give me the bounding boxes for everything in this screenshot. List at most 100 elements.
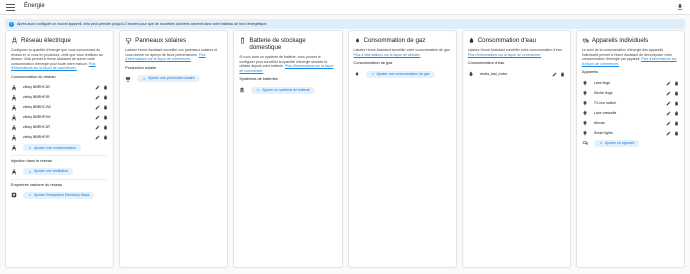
add-solar-label: Ajouter une production solaire [148,76,195,81]
water-desc-text: Laissez Home Assistant surveiller votre … [467,48,563,53]
pencil-icon[interactable] [95,85,100,90]
transmission-tower-icon [11,95,17,101]
gas-add-row: Ajouter une consommation de gaz [354,69,451,79]
page-title: Énergie [24,3,45,10]
devices-card-title: Appareils individuels [582,37,679,44]
pencil-icon[interactable] [95,115,100,120]
pencil-icon[interactable] [95,125,100,130]
pencil-icon[interactable] [666,131,671,136]
delete-icon[interactable] [103,95,108,100]
delete-icon[interactable] [103,105,108,110]
grid-card: Réseau électrique Configurez la quantité… [5,30,115,268]
add-battery-label: Ajouter un système de batterie [262,88,310,93]
list-item-label: zlinky BBRHCJB [23,85,50,90]
water-learn-more-link[interactable]: Plus d'informations sur la façon de comm… [468,53,541,57]
devices-list: Lave linge Sèche linge TV-box switch Lave v… [582,78,679,138]
water-description: Laissez Home Assistant surveiller votre … [468,48,565,57]
delete-icon[interactable] [103,115,108,120]
water-source-name: veolia_last_index [479,71,508,76]
delete-icon[interactable] [560,72,565,77]
list-item: Alexas [582,118,679,128]
battery-card-title: Batterie de stockage domestique [239,37,336,51]
add-consumption-button[interactable]: Ajouter une consommation [23,144,81,152]
water-icon [468,37,475,44]
energy-cards: Réseau électrique Configurez la quantité… [5,30,686,268]
devices-small-icon [582,140,588,146]
pencil-icon[interactable] [666,121,671,126]
grid-description: Configurez la quantité d'énergie que vou… [11,48,108,71]
list-item: zlinky BBRHCJW [11,103,108,113]
leaf-icon [11,192,17,198]
solar-card: Panneaux solaires Laissez Home Assistant… [119,30,229,268]
delete-icon[interactable] [103,135,108,140]
plug-icon [582,110,588,116]
solar-card-title: Panneaux solaires [125,37,222,44]
grid-return-heading: Injection dans le réseau [11,157,53,163]
list-item: zlinky BBRHCJB [11,83,108,93]
devices-icon [582,37,589,44]
pencil-icon[interactable] [666,111,671,116]
battery-add-row: Ajouter un système de batterie [239,85,336,95]
fire-icon [354,37,361,44]
delete-icon[interactable] [674,101,679,106]
transmission-tower-icon [11,37,18,44]
plug-icon [582,90,588,96]
delete-icon[interactable] [674,111,679,116]
battery-icon [239,37,246,44]
list-item-label: zlinky BBRHPJB [23,95,50,100]
list-item: zlinky BBRHCJR [11,123,108,133]
devices-card: Appareils individuels Le suivi de la con… [575,30,686,268]
transmission-tower-import-icon [11,145,17,151]
solar-production-heading: Production solaire [125,64,157,70]
battery-card: Batterie de stockage domestique Si vous … [233,30,343,268]
delete-icon[interactable] [103,125,108,130]
solar-panel-icon [125,76,131,82]
delete-icon[interactable] [103,85,108,90]
devices-title-text: Appareils individuels [591,37,649,44]
add-carbon-button[interactable]: Ajouter l'intégration Electricity Maps [23,191,95,199]
water-drop-icon [468,71,474,77]
divider [11,178,109,180]
battery-description: Si vous avez un système de batterie, vou… [239,55,336,73]
list-item-label: Sèche linge [593,90,613,95]
delete-icon[interactable] [674,121,679,126]
pencil-icon[interactable] [666,91,671,96]
pencil-icon[interactable] [666,81,671,86]
add-gas-button[interactable]: Ajouter une consommation de gaz [365,70,435,78]
list-item: TV-box switch [582,98,679,108]
add-return-button[interactable]: Ajouter une restitution [23,168,74,176]
list-item: zlinky BBRHPJB [11,93,108,103]
pencil-icon[interactable] [95,95,100,100]
devices-add-row: Ajouter un appareil [582,138,679,148]
add-solar-button[interactable]: Ajouter une production solaire [137,75,200,83]
download-icon[interactable] [676,3,684,11]
pencil-icon[interactable] [95,105,100,110]
gas-learn-more-link[interactable]: Plus d'informations sur la façon de débu… [354,53,421,57]
info-banner: i Après avoir configuré un nouvel appare… [5,19,685,29]
delete-icon[interactable] [674,131,679,136]
grid-consumption-list: zlinky BBRHCJB zlinky BBRHPJB zlinky BBRHC… [11,83,108,143]
pencil-icon[interactable] [95,135,100,140]
gas-description: Laissez Home Assistant surveiller votre … [354,48,451,57]
pencil-icon[interactable] [666,101,671,106]
grid-consumption-heading: Consommation du réseau [11,73,56,79]
add-battery-button[interactable]: Ajouter un système de batterie [251,86,315,94]
grid-add-consumption-row: Ajouter une consommation [11,143,108,153]
add-device-button[interactable]: Ajouter un appareil [593,139,640,147]
transmission-tower-icon [11,85,17,91]
list-item: Sèche linge [582,88,679,98]
delete-icon[interactable] [674,81,679,86]
home-battery-icon [239,87,245,93]
menu-icon[interactable] [6,3,15,11]
list-item: Lave vaisselle [582,108,679,118]
plug-icon [582,120,588,126]
water-consumption-heading: Consommation d'eau [467,60,505,66]
delete-icon[interactable] [674,91,679,96]
list-item-label: zlinky BBRHCJW [23,105,51,110]
transmission-tower-icon [11,125,17,131]
list-item: Smart lights [582,128,679,138]
transmission-tower-icon [11,105,17,111]
water-card-title: Consommation d'eau [468,37,565,44]
pencil-icon[interactable] [552,72,557,77]
list-item-label: TV-box switch [593,100,617,105]
